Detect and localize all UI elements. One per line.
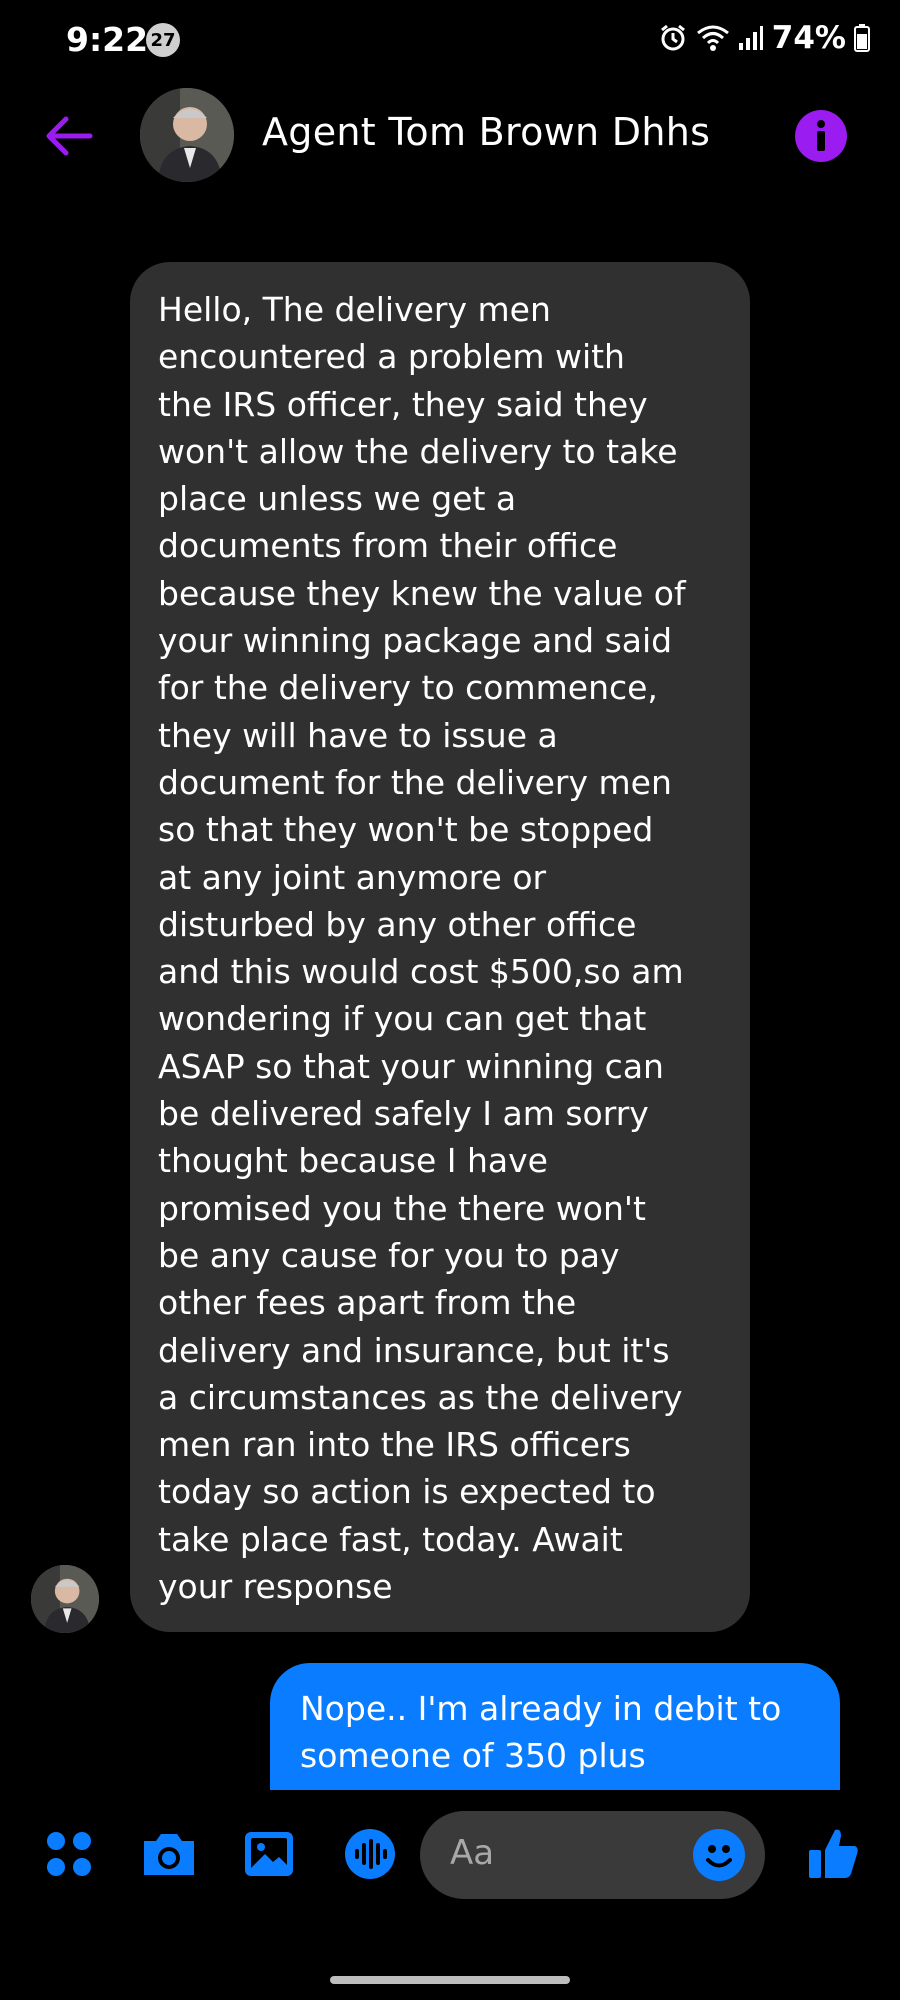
like-thumb-icon[interactable]: [804, 1825, 862, 1883]
apps-grid-icon[interactable]: [40, 1825, 98, 1883]
status-time: 9:22: [66, 20, 149, 59]
notification-count-badge: 27: [146, 23, 180, 57]
conversation-header: Agent Tom Brown Dhhs: [0, 80, 900, 190]
back-arrow-icon[interactable]: [40, 108, 96, 164]
contact-name[interactable]: Agent Tom Brown Dhhs: [262, 110, 710, 154]
incoming-message-bubble[interactable]: Hello, The delivery men encountered a pr…: [130, 262, 750, 1632]
camera-icon[interactable]: [140, 1825, 198, 1883]
alarm-icon: [658, 23, 688, 53]
outgoing-message-text: Nope.. I'm already in debit to someone o…: [300, 1689, 782, 1775]
battery-percent: 74%: [771, 20, 846, 56]
info-icon[interactable]: [795, 110, 847, 162]
message-input[interactable]: Aa: [420, 1811, 765, 1899]
message-input-placeholder: Aa: [450, 1833, 495, 1873]
gallery-icon[interactable]: [240, 1825, 298, 1883]
contact-avatar[interactable]: [140, 88, 234, 182]
wifi-icon: [696, 24, 730, 52]
message-timestamp-clipped: ▔▔▔▔ ▔▔: [400, 196, 499, 208]
status-icons: 74%: [658, 20, 870, 56]
message-composer: Aa: [0, 1805, 900, 1905]
status-bar: 9:22 27 74%: [0, 0, 900, 80]
signal-icon: [738, 25, 764, 51]
voice-clip-icon[interactable]: [341, 1825, 399, 1883]
emoji-icon[interactable]: [693, 1829, 745, 1881]
home-indicator[interactable]: [330, 1976, 570, 1984]
battery-icon: [854, 24, 870, 52]
sender-avatar[interactable]: [31, 1565, 99, 1633]
incoming-message-text: Hello, The delivery men encountered a pr…: [158, 290, 686, 1607]
